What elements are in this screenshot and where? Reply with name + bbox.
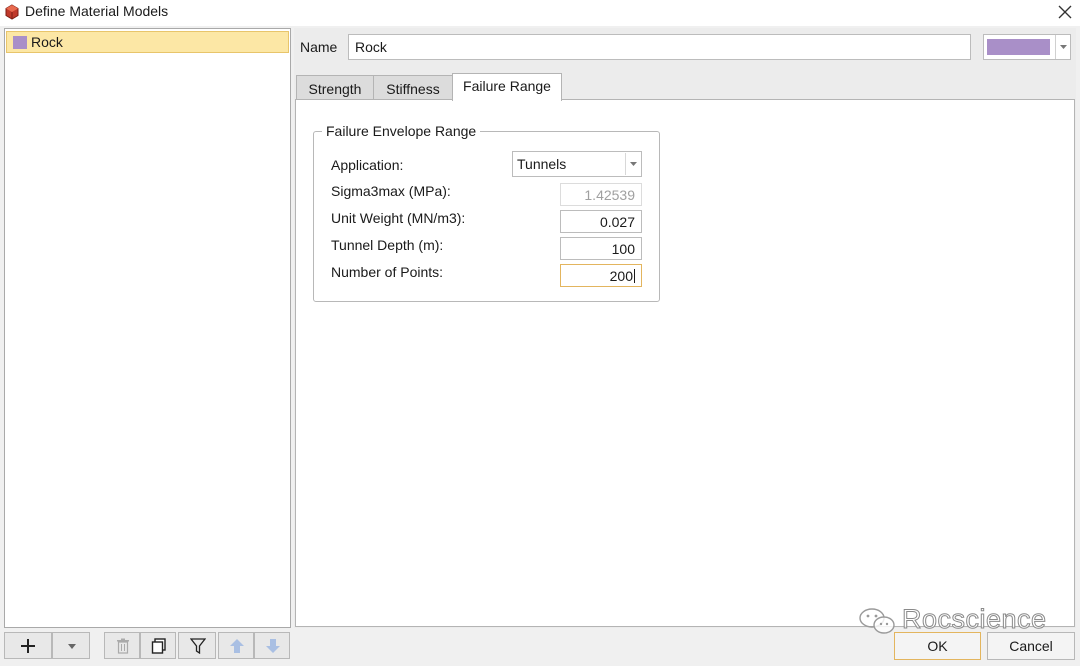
sigma3max-field: 1.42539 bbox=[560, 183, 642, 206]
num-points-value: 200 bbox=[609, 268, 633, 284]
tab-strength[interactable]: Strength bbox=[296, 75, 374, 101]
groupbox-title: Failure Envelope Range bbox=[322, 123, 481, 139]
add-dropdown-button[interactable] bbox=[52, 632, 90, 659]
delete-material-button[interactable] bbox=[104, 632, 140, 659]
filter-button[interactable] bbox=[178, 632, 216, 659]
arrow-down-icon bbox=[266, 639, 280, 653]
plus-icon bbox=[21, 639, 35, 653]
title-bar: Define Material Models bbox=[0, 0, 1080, 26]
num-points-field[interactable]: 200 bbox=[560, 264, 642, 287]
num-points-label: Number of Points: bbox=[331, 264, 444, 280]
tunnel-depth-label: Tunnel Depth (m): bbox=[331, 237, 444, 253]
application-select-value: Tunnels bbox=[517, 156, 567, 172]
watermark-text: Rocscience bbox=[902, 604, 1047, 635]
close-icon bbox=[1058, 5, 1072, 19]
move-down-button[interactable] bbox=[254, 632, 290, 659]
chevron-down-icon bbox=[630, 162, 637, 166]
close-button[interactable] bbox=[1050, 0, 1080, 26]
move-up-button[interactable] bbox=[218, 632, 254, 659]
sigma3max-label: Sigma3max (MPa): bbox=[331, 183, 451, 199]
chat-bubbles-icon bbox=[859, 608, 895, 634]
application-select[interactable]: Tunnels bbox=[512, 151, 642, 177]
material-properties-panel: Name Strength Stiffness Failure Range Fa… bbox=[294, 28, 1076, 628]
unit-weight-label: Unit Weight (MN/m3): bbox=[331, 210, 466, 226]
tunnel-depth-field[interactable]: 100 bbox=[560, 237, 642, 260]
copy-icon bbox=[151, 638, 166, 654]
material-list-label: Rock bbox=[31, 34, 63, 50]
unit-weight-field[interactable]: 0.027 bbox=[560, 210, 642, 233]
chevron-down-icon bbox=[1060, 45, 1067, 49]
material-list[interactable]: Rock bbox=[4, 28, 291, 628]
tab-content-failure-range: Failure Envelope Range Application: Tunn… bbox=[295, 99, 1075, 627]
name-label: Name bbox=[300, 39, 338, 55]
material-list-item[interactable]: Rock bbox=[6, 31, 289, 53]
copy-material-button[interactable] bbox=[140, 632, 176, 659]
window-title: Define Material Models bbox=[25, 3, 169, 19]
name-input[interactable] bbox=[348, 34, 971, 60]
ok-button[interactable]: OK bbox=[894, 632, 981, 660]
text-caret bbox=[634, 269, 635, 283]
dropdown-arrow-icon bbox=[68, 644, 76, 649]
app-icon bbox=[4, 4, 20, 20]
cancel-button[interactable]: Cancel bbox=[987, 632, 1075, 660]
material-color-swatch bbox=[13, 36, 27, 49]
material-color-fill bbox=[987, 39, 1050, 55]
add-material-button[interactable] bbox=[4, 632, 52, 659]
trash-icon bbox=[117, 638, 129, 654]
application-label: Application: bbox=[331, 157, 404, 173]
failure-envelope-groupbox: Failure Envelope Range Application: Tunn… bbox=[313, 123, 660, 302]
tab-stiffness[interactable]: Stiffness bbox=[373, 75, 453, 101]
material-color-picker[interactable] bbox=[983, 34, 1071, 60]
filter-icon bbox=[190, 638, 206, 654]
tab-failure-range[interactable]: Failure Range bbox=[452, 73, 562, 101]
application-select-arrow[interactable] bbox=[625, 153, 641, 175]
arrow-up-icon bbox=[230, 639, 244, 653]
color-picker-dropdown[interactable] bbox=[1055, 35, 1071, 59]
